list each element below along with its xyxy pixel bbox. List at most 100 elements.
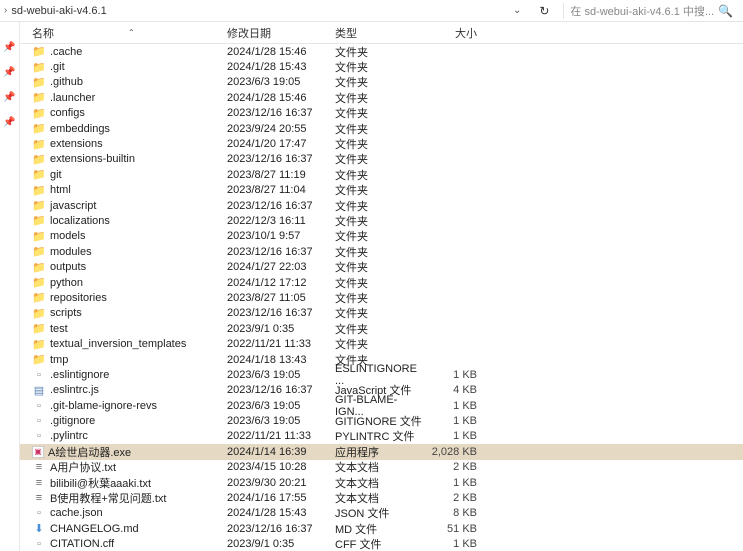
path-segment[interactable]: sd-webui-aki-v4.6.1 <box>11 5 106 17</box>
file-row[interactable]: ⬇CHANGELOG.md2023/12/16 16:37MD 文件51 KB <box>20 521 743 536</box>
file-row[interactable]: ≡bilibili@秋葉aaaki.txt2023/9/30 20:21文本文档… <box>20 475 743 490</box>
file-row[interactable]: 📁scripts2023/12/16 16:37文件夹 <box>20 306 743 321</box>
file-date: 2023/9/1 0:35 <box>227 538 335 550</box>
folder-icon: 📁 <box>32 169 46 181</box>
folder-icon: 📁 <box>32 338 46 350</box>
file-date: 2022/11/21 11:33 <box>227 338 335 350</box>
file-type: GITIGNORE 文件 <box>335 413 423 429</box>
file-row[interactable]: 📁outputs2024/1/27 22:03文件夹 <box>20 259 743 274</box>
txt-icon: ≡ <box>32 477 46 489</box>
file-row[interactable]: 📁.cache2024/1/28 15:46文件夹 <box>20 44 743 59</box>
txt-icon: ≡ <box>32 492 46 504</box>
file-name: git <box>50 169 62 181</box>
folder-icon: 📁 <box>32 138 46 150</box>
header-size[interactable]: 大小 <box>423 25 483 41</box>
file-size: 4 KB <box>423 384 483 396</box>
file-date: 2023/6/3 19:05 <box>227 400 335 412</box>
exe-icon: ▣ <box>32 446 44 458</box>
file-name: .git-blame-ignore-revs <box>50 400 157 412</box>
file-name: .eslintignore <box>50 369 109 381</box>
folder-icon: 📁 <box>32 76 46 88</box>
file-date: 2024/1/28 15:43 <box>227 61 335 73</box>
search-box[interactable]: 在 sd-webui-aki-v4.6.1 中搜... 🔍 <box>563 3 739 19</box>
file-type: JSON 文件 <box>335 505 423 521</box>
file-date: 2024/1/12 17:12 <box>227 277 335 289</box>
pin-icon[interactable]: 📌 <box>3 92 15 103</box>
search-placeholder: 在 sd-webui-aki-v4.6.1 中搜... <box>570 3 714 19</box>
file-row[interactable]: 📁configs2023/12/16 16:37文件夹 <box>20 106 743 121</box>
refresh-icon[interactable]: ↻ <box>533 4 555 18</box>
file-row[interactable]: ▫.eslintignore2023/6/3 19:05ESLINTIGNORE… <box>20 367 743 382</box>
file-row[interactable]: 📁extensions-builtin2023/12/16 16:37文件夹 <box>20 152 743 167</box>
address-toolbar: › sd-webui-aki-v4.6.1 ⌄ ↻ 在 sd-webui-aki… <box>0 0 743 22</box>
header-date[interactable]: 修改日期 <box>227 25 335 41</box>
file-row[interactable]: 📁localizations2022/12/3 16:11文件夹 <box>20 213 743 228</box>
file-row[interactable]: 📁.git2024/1/28 15:43文件夹 <box>20 59 743 74</box>
file-name: B使用教程+常见问题.txt <box>50 490 166 506</box>
file-row[interactable]: ▣A绘世启动器.exe2024/1/14 16:39应用程序2,028 KB <box>20 444 743 459</box>
file-row[interactable]: 📁python2024/1/12 17:12文件夹 <box>20 275 743 290</box>
file-row[interactable]: ≡B使用教程+常见问题.txt2024/1/16 17:55文本文档2 KB <box>20 490 743 505</box>
file-date: 2023/9/24 20:55 <box>227 123 335 135</box>
folder-icon: 📁 <box>32 215 46 227</box>
header-type[interactable]: 类型 <box>335 25 423 41</box>
pin-icon[interactable]: 📌 <box>3 117 15 128</box>
file-date: 2024/1/16 17:55 <box>227 492 335 504</box>
file-row[interactable]: 📁modules2023/12/16 16:37文件夹 <box>20 244 743 259</box>
file-date: 2023/12/16 16:37 <box>227 200 335 212</box>
pin-icon[interactable]: 📌 <box>3 67 15 78</box>
file-row[interactable]: ▫.gitignore2023/6/3 19:05GITIGNORE 文件1 K… <box>20 413 743 428</box>
file-list: 名称 ⌃ 修改日期 类型 大小 📁.cache2024/1/28 15:46文件… <box>20 22 743 551</box>
file-row[interactable]: 📁repositories2023/8/27 11:05文件夹 <box>20 290 743 305</box>
file-name: html <box>50 184 71 196</box>
search-icon[interactable]: 🔍 <box>718 4 733 18</box>
file-type: 文件夹 <box>335 259 423 275</box>
folder-icon: 📁 <box>32 200 46 212</box>
file-row[interactable]: ▫cache.json2024/1/28 15:43JSON 文件8 KB <box>20 506 743 521</box>
file-row[interactable]: ▫.pylintrc2022/11/21 11:33PYLINTRC 文件1 K… <box>20 429 743 444</box>
file-row[interactable]: 📁html2023/8/27 11:04文件夹 <box>20 183 743 198</box>
file-name: modules <box>50 246 92 258</box>
folder-icon: 📁 <box>32 292 46 304</box>
file-date: 2023/12/16 16:37 <box>227 153 335 165</box>
file-date: 2023/6/3 19:05 <box>227 76 335 88</box>
file-row[interactable]: ▫CITATION.cff2023/9/1 0:35CFF 文件1 KB <box>20 537 743 551</box>
file-type: 文件夹 <box>335 321 423 337</box>
file-row[interactable]: 📁.github2023/6/3 19:05文件夹 <box>20 75 743 90</box>
file-size: 1 KB <box>423 430 483 442</box>
file-row[interactable]: 📁javascript2023/12/16 16:37文件夹 <box>20 198 743 213</box>
folder-icon: 📁 <box>32 261 46 273</box>
header-name[interactable]: 名称 ⌃ <box>32 25 227 41</box>
file-type: CFF 文件 <box>335 536 423 551</box>
folder-icon: 📁 <box>32 307 46 319</box>
file-size: 1 KB <box>423 477 483 489</box>
file-row[interactable]: 📁embeddings2023/9/24 20:55文件夹 <box>20 121 743 136</box>
dropdown-caret-icon[interactable]: ⌄ <box>509 5 525 16</box>
file-row[interactable]: 📁extensions2024/1/20 17:47文件夹 <box>20 136 743 151</box>
file-type: 文件夹 <box>335 290 423 306</box>
file-size: 8 KB <box>423 507 483 519</box>
path-breadcrumb[interactable]: › sd-webui-aki-v4.6.1 <box>4 5 509 17</box>
file-type: 文件夹 <box>335 213 423 229</box>
file-row[interactable]: 📁textual_inversion_templates2022/11/21 1… <box>20 336 743 351</box>
file-size: 51 KB <box>423 523 483 535</box>
file-row[interactable]: 📁git2023/8/27 11:19文件夹 <box>20 167 743 182</box>
file-type: 文件夹 <box>335 228 423 244</box>
folder-icon: 📁 <box>32 246 46 258</box>
file-type: 应用程序 <box>335 444 423 460</box>
file-row[interactable]: ▫.git-blame-ignore-revs2023/6/3 19:05GIT… <box>20 398 743 413</box>
file-type: 文件夹 <box>335 90 423 106</box>
file-type: 文件夹 <box>335 244 423 260</box>
file-date: 2023/12/16 16:37 <box>227 107 335 119</box>
file-row[interactable]: 📁test2023/9/1 0:35文件夹 <box>20 321 743 336</box>
file-name: CITATION.cff <box>50 538 114 550</box>
file-row[interactable]: 📁models2023/10/1 9:57文件夹 <box>20 229 743 244</box>
file-row[interactable]: 📁.launcher2024/1/28 15:46文件夹 <box>20 90 743 105</box>
file-name: .github <box>50 76 83 88</box>
file-row[interactable]: ≡A用户协议.txt2023/4/15 10:28文本文档2 KB <box>20 460 743 475</box>
folder-icon: 📁 <box>32 61 46 73</box>
file-date: 2023/12/16 16:37 <box>227 307 335 319</box>
pin-icon[interactable]: 📌 <box>3 42 15 53</box>
file-date: 2023/12/16 16:37 <box>227 523 335 535</box>
file-name: .eslintrc.js <box>50 384 99 396</box>
